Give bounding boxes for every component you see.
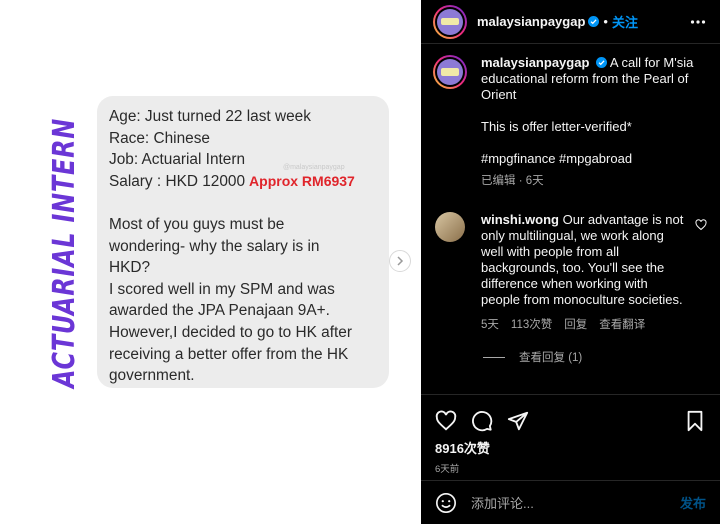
watermark: @malaysianpaygap: [283, 164, 345, 171]
post-comment-button[interactable]: 发布: [680, 493, 706, 512]
post-header: malaysianpaygap • 关注: [421, 0, 720, 44]
comment-like-heart-icon[interactable]: [695, 219, 707, 231]
caption-avatar[interactable]: [433, 55, 467, 89]
caption: malaysianpaygap A call for M'sia educati…: [421, 55, 720, 189]
caption-hashtags[interactable]: #mpgfinance #mpgabroad: [481, 151, 711, 167]
header-separator: •: [603, 14, 608, 29]
message-line: I scored well in my SPM and was: [109, 279, 379, 301]
caption-username[interactable]: malaysianpaygap: [481, 55, 589, 70]
comments-list[interactable]: malaysianpaygap A call for M'sia educati…: [421, 55, 720, 395]
comment-reply-button[interactable]: 回复: [564, 317, 587, 333]
message-line-text: wondering- why the salary is in: [109, 237, 320, 255]
message-line-text: Race: Chinese: [109, 129, 210, 147]
message-line: awarded the JPA Penajaan 9A+.: [109, 300, 379, 322]
comment-translate-button[interactable]: 查看翻译: [599, 317, 645, 333]
message-line-text: Age: Just turned 22 last week: [109, 108, 311, 125]
bookmark-icon[interactable]: [684, 410, 706, 432]
message-line-text: awarded the JPA Penajaan 9A+.: [109, 302, 330, 320]
message-bubble: @malaysianpaygap Age: Just turned 22 las…: [97, 96, 389, 388]
avatar[interactable]: [433, 4, 467, 39]
caption-line-2: This is offer letter-verified*: [481, 119, 632, 134]
verified-badge-icon: [596, 57, 608, 68]
message-line: government.: [109, 365, 379, 387]
post-actions: 8916次赞 6天前: [421, 394, 720, 475]
message-line: receiving a better offer from the HK: [109, 344, 379, 366]
follow-button[interactable]: 关注: [612, 12, 638, 31]
comment-age: 5天: [481, 319, 499, 331]
likes-count[interactable]: 8916次赞: [421, 438, 720, 457]
message-line-text: I scored well in my SPM and was: [109, 280, 335, 298]
message-line: Age: Just turned 22 last week: [109, 106, 379, 128]
view-replies-label: 查看回复 (1): [519, 352, 583, 364]
media-side-title: ACTUARIAL INTERN: [32, 112, 88, 392]
message-gap: [109, 192, 379, 214]
comment: winshi.wong Our advantage is not only mu…: [421, 212, 720, 333]
message-line-text: Salary : HKD 12000: [109, 172, 246, 190]
chevron-right-icon: [397, 256, 404, 266]
like-heart-icon[interactable]: [435, 410, 457, 432]
comment-bubble-icon[interactable]: [471, 410, 493, 432]
message-line-text: Job: Actuarial Intern: [109, 151, 246, 169]
comment-username[interactable]: winshi.wong: [481, 212, 559, 227]
caption-meta: 已编辑 · 6天: [481, 175, 544, 187]
message-line: Most of you guys must be: [109, 214, 379, 236]
message-line-text: receiving a better offer from the HK: [109, 345, 349, 363]
message-line: However,I decided to go to HK after: [109, 322, 379, 344]
add-comment-input[interactable]: 添加评论...: [471, 493, 680, 512]
comment-likes[interactable]: 113次赞: [511, 317, 552, 333]
more-options-icon[interactable]: [690, 14, 706, 30]
post-info-panel: malaysianpaygap • 关注 malaysianpaygap A c…: [421, 0, 720, 524]
message-line-text: Most of you guys must be: [109, 215, 285, 233]
side-title-text: ACTUARIAL INTERN: [47, 118, 82, 390]
message-line-text: HKD?: [109, 259, 151, 277]
next-slide-button[interactable]: [389, 250, 411, 272]
verified-badge-icon: [588, 16, 600, 27]
message-line: wondering- why the salary is in: [109, 236, 379, 258]
post-media[interactable]: ACTUARIAL INTERN @malaysianpaygap Age: J…: [0, 0, 421, 524]
emoji-icon[interactable]: [435, 492, 457, 514]
post-time-ago: 6天前: [435, 464, 460, 475]
share-send-icon[interactable]: [507, 410, 529, 432]
comment-avatar[interactable]: [435, 212, 465, 242]
header-username[interactable]: malaysianpaygap: [477, 14, 585, 29]
message-line-text: However,I decided to go to HK after: [109, 323, 352, 341]
view-replies-button[interactable]: 查看回复 (1): [421, 349, 720, 365]
message-line-text: government.: [109, 367, 195, 385]
message-line: Race: Chinese: [109, 128, 379, 150]
message-line: HKD?: [109, 257, 379, 279]
add-comment-bar: 添加评论... 发布: [421, 480, 720, 524]
